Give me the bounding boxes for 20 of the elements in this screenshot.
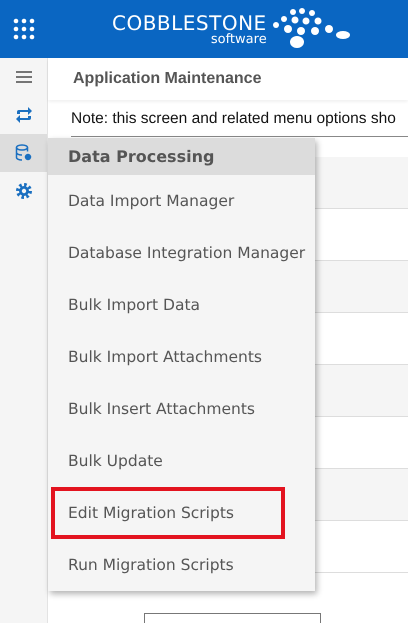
- app-grid-icon[interactable]: [13, 18, 35, 40]
- menu-item[interactable]: Bulk Insert Attachments: [48, 383, 315, 435]
- note-text: Note: this screen and related menu options sho: [70, 109, 397, 129]
- menu-icon[interactable]: [14, 70, 32, 84]
- menu-item[interactable]: Bulk Import Data: [48, 279, 315, 331]
- menu-item[interactable]: Database Integration Manager: [48, 227, 315, 279]
- dots-logo-icon: [270, 7, 353, 51]
- menu-item[interactable]: Data Import Manager: [48, 175, 315, 227]
- highlighted-menu-item[interactable]: Edit Migration Scripts: [51, 487, 285, 539]
- logo-tagline: software: [210, 32, 267, 46]
- menu-item[interactable]: Run Migration Scripts: [48, 539, 315, 591]
- settings-icon[interactable]: [14, 182, 32, 200]
- selected-sidebar-item[interactable]: [0, 134, 47, 172]
- database-settings-icon[interactable]: [14, 144, 32, 162]
- menu-item[interactable]: Bulk Update: [48, 435, 315, 487]
- page-title: Application Maintenance: [48, 58, 408, 100]
- sync-icon[interactable]: [14, 107, 32, 123]
- logo-name: COBBLESTONE: [112, 12, 267, 32]
- menu-header: Data Processing: [48, 138, 315, 175]
- menu-item[interactable]: Bulk Import Attachments: [48, 331, 315, 383]
